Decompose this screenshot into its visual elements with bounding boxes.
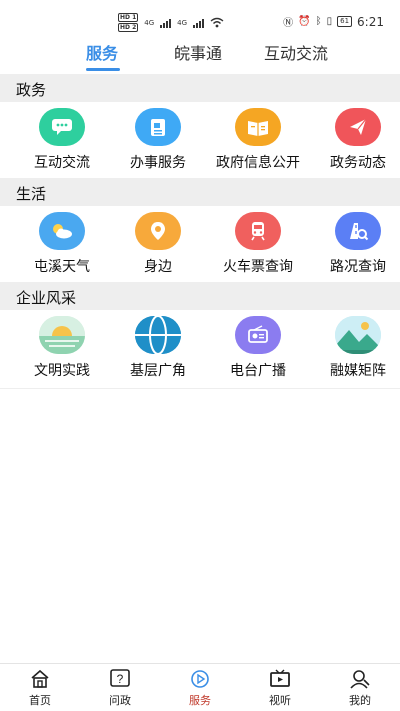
nav-inquiry[interactable]: ? 问政 [80,664,160,711]
signal1-icon [160,17,172,28]
status-bar-left: HD 1 HD 2 4G 4G [118,13,224,32]
bluetooth-icon: ᛒ [315,16,322,27]
tab-interaction[interactable]: 互动交流 [264,40,328,64]
weather-icon [39,212,85,250]
content-divider [0,388,400,389]
sim1-badge: HD 1 [118,13,139,22]
service-label: 身边 [144,259,172,275]
globe-icon [135,316,181,354]
question-icon: ? [109,669,131,689]
service-radio[interactable]: 电台广播 [208,310,308,386]
alarm-icon: ⏰ [298,16,311,27]
bottom-nav: 首页 ? 问政 服务 视听 我的 [0,663,400,711]
grid-life: 屯溪天气 身边 火车票查询 路况查询 [0,206,400,282]
radio-icon [235,316,281,354]
nav-service[interactable]: 服务 [160,664,240,711]
status-bar: HD 1 HD 2 4G 4G Ⓝ ⏰ ᛒ ▯ 61 6:21 [0,0,400,36]
service-traffic[interactable]: 路况查询 [308,206,400,282]
section-header-life: 生活 [0,178,400,206]
nav-label: 服务 [189,694,211,707]
service-label: 屯溪天气 [34,259,90,275]
nav-label: 问政 [109,694,131,707]
service-label: 火车票查询 [223,259,293,275]
nav-mine[interactable]: 我的 [320,664,400,711]
service-label: 融媒矩阵 [330,363,386,379]
battery-indicator: 61 [337,16,353,27]
active-tab-indicator [86,68,120,71]
sunrise-icon [39,316,85,354]
status-time: 6:21 [357,14,384,29]
nav-home[interactable]: 首页 [0,664,80,711]
nav-label: 首页 [29,694,51,707]
section-header-government: 政务 [0,74,400,102]
open-book-icon [235,108,281,146]
road-search-icon [335,212,381,250]
home-icon [29,669,51,689]
document-icon [135,108,181,146]
nav-label: 视听 [269,694,291,707]
service-label: 办事服务 [130,155,186,171]
service-label: 文明实践 [34,363,90,379]
sim-indicators: HD 1 HD 2 [118,13,139,32]
service-train-ticket[interactable]: 火车票查询 [208,206,308,282]
section-title: 企业风采 [16,289,77,307]
top-tabs: 服务 皖事通 互动交流 [0,36,400,72]
tab-wanshitong[interactable]: 皖事通 [174,40,222,64]
section-header-enterprise: 企业风采 [0,282,400,310]
user-icon [349,669,371,689]
location-pin-icon [135,212,181,250]
signal2-icon [193,17,205,28]
service-play-icon [189,669,211,689]
nav-label: 我的 [349,694,371,707]
service-grassroots[interactable]: 基层广角 [108,310,208,386]
mountain-icon [335,316,381,354]
net2-label: 4G [177,18,188,27]
grid-enterprise: 文明实践 基层广角 电台广播 融媒矩阵 [0,310,400,386]
paper-plane-icon [335,108,381,146]
service-gov-info[interactable]: 政府信息公开 [208,102,308,178]
service-label: 政务动态 [330,155,386,171]
service-label: 电台广播 [230,363,286,379]
sim2-badge: HD 2 [118,23,139,32]
grid-government: 互动交流 办事服务 政府信息公开 政务动态 [0,102,400,178]
section-title: 生活 [16,185,47,203]
service-affairs[interactable]: 办事服务 [108,102,208,178]
net1-label: 4G [144,18,155,27]
service-interaction[interactable]: 互动交流 [12,102,112,178]
service-label: 政府信息公开 [216,155,300,171]
service-label: 路况查询 [330,259,386,275]
service-label: 基层广角 [130,363,186,379]
tv-icon [269,669,291,689]
status-bar-right: Ⓝ ⏰ ᛒ ▯ 61 6:21 [283,14,384,30]
service-weather[interactable]: 屯溪天气 [12,206,112,282]
chat-icon [39,108,85,146]
svg-text:?: ? [117,672,124,686]
tab-service[interactable]: 服务 [86,40,118,64]
service-media-matrix[interactable]: 融媒矩阵 [308,310,400,386]
section-title: 政务 [16,81,47,99]
service-civilization[interactable]: 文明实践 [12,310,112,386]
vibrate-icon: ▯ [326,16,333,27]
service-nearby[interactable]: 身边 [108,206,208,282]
train-icon [235,212,281,250]
wifi-icon [210,17,224,28]
nav-media[interactable]: 视听 [240,664,320,711]
nfc-icon: Ⓝ [283,18,294,29]
service-news[interactable]: 政务动态 [308,102,400,178]
service-label: 互动交流 [34,155,90,171]
